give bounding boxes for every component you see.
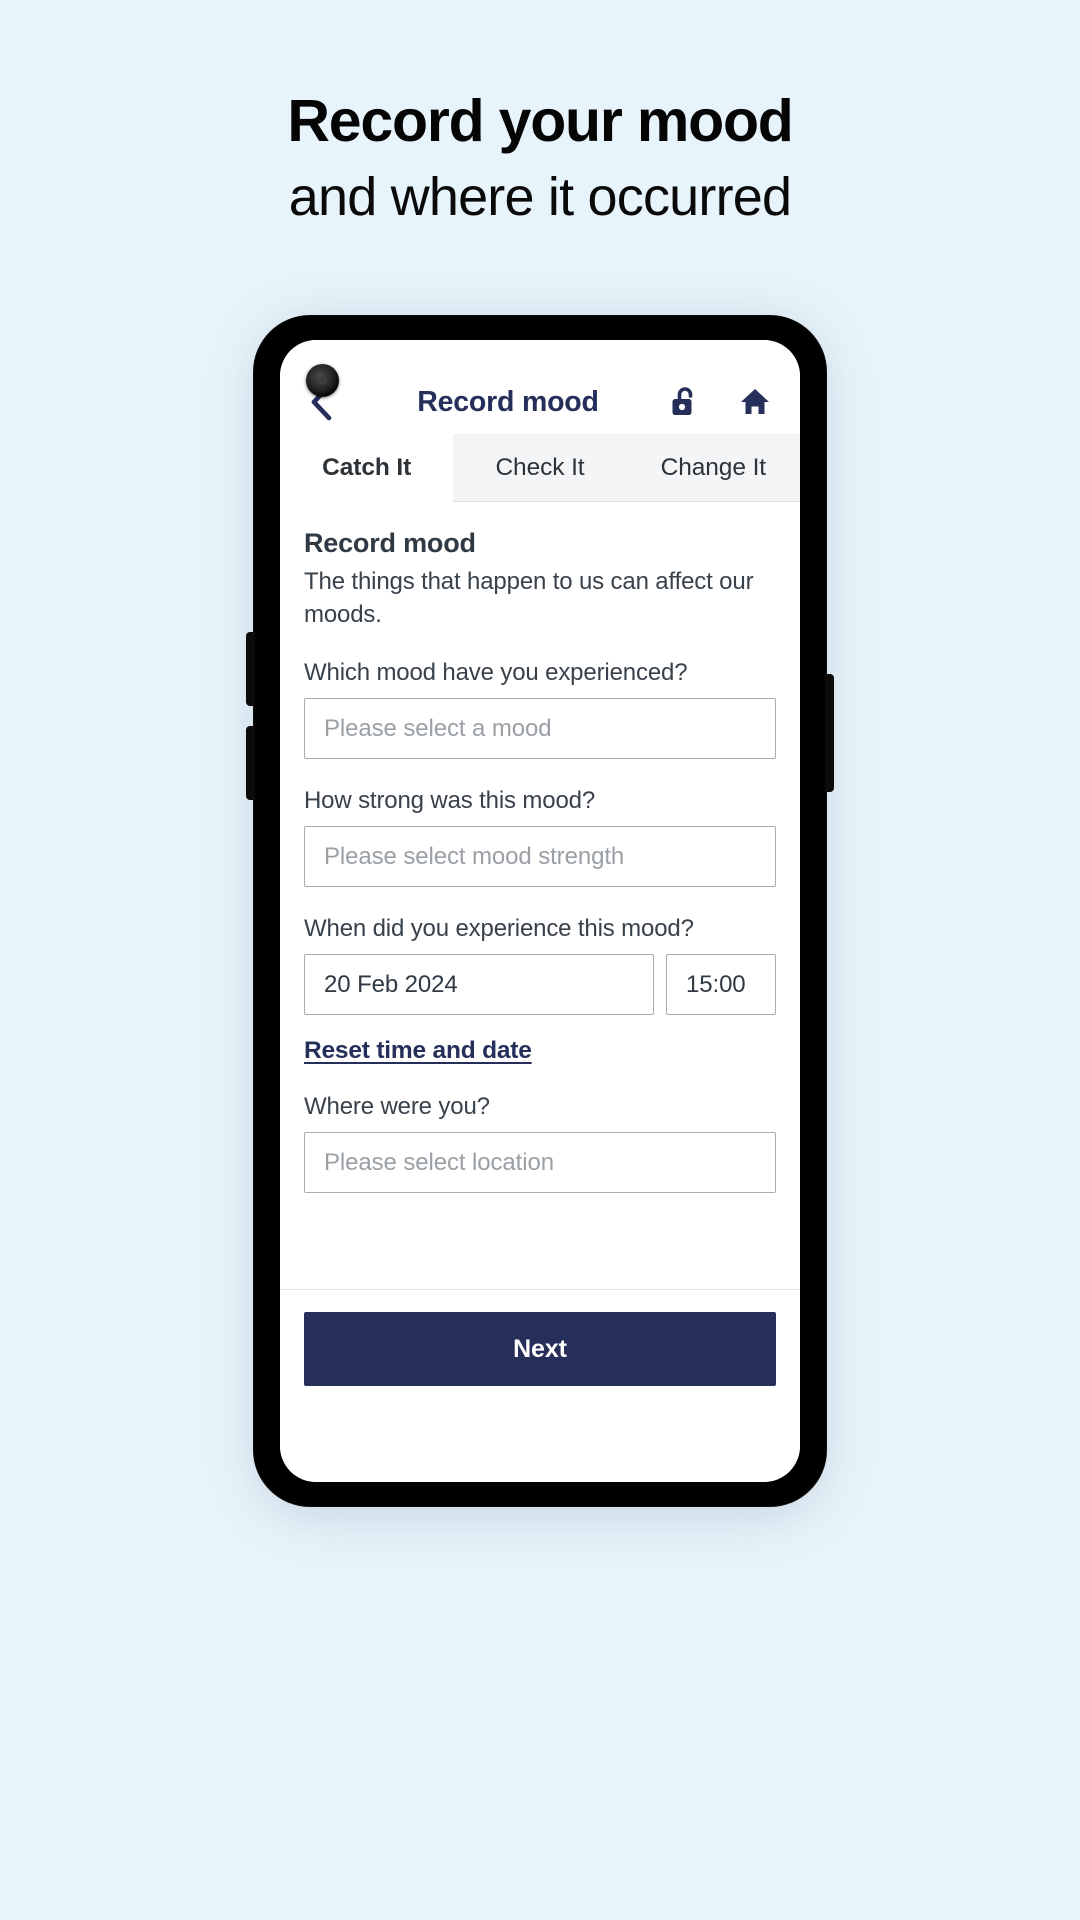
next-button[interactable]: Next [304, 1312, 776, 1387]
tab-change-it[interactable]: Change It [626, 434, 800, 501]
phone-volume-down-button[interactable] [246, 726, 255, 800]
form-content: Record mood The things that happen to us… [280, 502, 800, 1290]
time-value: 15:00 [686, 970, 746, 998]
reset-time-and-date-link[interactable]: Reset time and date [304, 1037, 532, 1065]
unlocked-padlock-icon [672, 387, 693, 415]
page-title: Record mood [417, 385, 599, 418]
screen-filler [280, 1386, 800, 1482]
home-icon [741, 389, 769, 414]
home-button[interactable] [738, 385, 772, 419]
phone-power-button[interactable] [825, 674, 834, 792]
phone-volume-up-button[interactable] [246, 632, 255, 706]
location-field-label: Where were you? [304, 1093, 490, 1121]
phone-mockup: Record mood Catch It Check It Change It … [246, 316, 834, 1514]
date-value: 20 Feb 2024 [324, 970, 458, 998]
section-title: Record mood [304, 528, 476, 558]
promo-header: Record your mood and where it occurred [0, 0, 1080, 230]
date-input[interactable]: 20 Feb 2024 [304, 954, 654, 1016]
mood-select[interactable]: Please select a mood [304, 698, 776, 760]
promo-title: Record your mood [287, 88, 793, 154]
time-input[interactable]: 15:00 [666, 954, 776, 1016]
form-footer: Next [280, 1289, 800, 1387]
mood-select-placeholder: Please select a mood [324, 714, 552, 742]
mood-strength-select[interactable]: Please select mood strength [304, 826, 776, 888]
app-header: Record mood [280, 340, 800, 434]
section-description: The things that happen to us can affect … [304, 568, 754, 628]
location-select-placeholder: Please select location [324, 1148, 554, 1176]
phone-body: Record mood Catch It Check It Change It … [246, 316, 834, 1506]
mood-field-label: Which mood have you experienced? [304, 659, 688, 687]
mood-strength-placeholder: Please select mood strength [324, 842, 625, 870]
when-field-label: When did you experience this mood? [304, 915, 694, 943]
front-camera-icon [306, 364, 339, 397]
strength-field-label: How strong was this mood? [304, 787, 596, 815]
phone-screen: Record mood Catch It Check It Change It … [280, 340, 800, 1482]
location-select[interactable]: Please select location [304, 1132, 776, 1194]
tab-check-it[interactable]: Check It [453, 434, 627, 501]
tab-bar: Catch It Check It Change It [280, 434, 800, 502]
promo-subtitle: and where it occurred [288, 167, 792, 228]
datetime-row: 20 Feb 2024 15:00 [304, 954, 776, 1016]
lock-button[interactable] [668, 385, 702, 419]
header-actions [668, 385, 776, 419]
tab-catch-it[interactable]: Catch It [280, 434, 454, 502]
